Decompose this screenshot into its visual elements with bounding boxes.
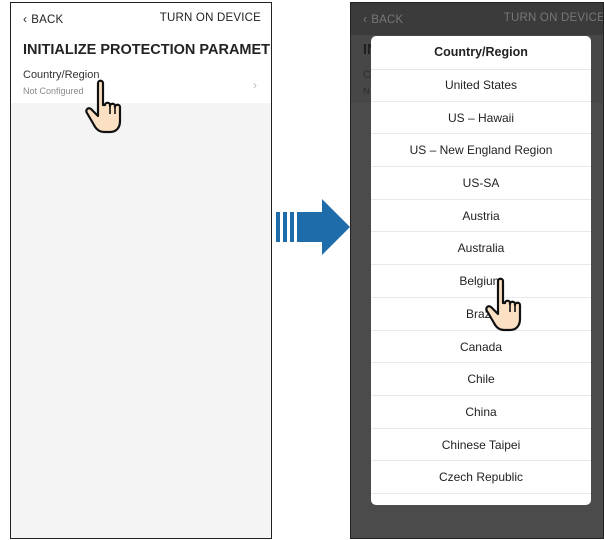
list-item-chile[interactable]: Chile bbox=[371, 363, 591, 396]
list-item-austria[interactable]: Austria bbox=[371, 200, 591, 233]
list-item-czech-republic[interactable]: Czech Republic bbox=[371, 461, 591, 494]
back-label: BACK bbox=[31, 14, 64, 26]
back-button[interactable]: ‹ BACK bbox=[23, 12, 63, 26]
phone-screen-left: ‹ BACK TURN ON DEVICE INITIALIZE PROTECTI… bbox=[10, 2, 272, 539]
top-bar: ‹ BACK TURN ON DEVICE bbox=[11, 3, 271, 35]
country-region-setting[interactable]: Country/Region Not Configured › bbox=[11, 65, 271, 103]
page-title: INITIALIZE PROTECTION PARAMETER bbox=[23, 42, 272, 58]
list-item-canada[interactable]: Canada bbox=[371, 331, 591, 364]
chevron-left-icon: ‹ bbox=[23, 12, 28, 26]
list-item-chinese-taipei[interactable]: Chinese Taipei bbox=[371, 429, 591, 462]
back-button[interactable]: ‹ BACK bbox=[363, 12, 403, 26]
tap-hand-icon bbox=[85, 79, 122, 134]
list-item-united-states[interactable]: United States bbox=[371, 69, 591, 102]
back-label: BACK bbox=[371, 14, 404, 26]
page-header: INITIALIZE PROTECTION PARAMETER bbox=[11, 35, 271, 65]
setting-value: Not Configured bbox=[23, 86, 84, 96]
setting-label: C bbox=[363, 69, 371, 81]
list-item-us-sa[interactable]: US-SA bbox=[371, 167, 591, 200]
turn-on-device-button[interactable]: TURN ON DEVICE bbox=[160, 12, 261, 24]
turn-on-device-button[interactable]: TURN ON DEVICE bbox=[504, 12, 603, 24]
list-item-us-hawaii[interactable]: US – Hawaii bbox=[371, 102, 591, 135]
chevron-left-icon: ‹ bbox=[363, 12, 368, 26]
chevron-right-icon: › bbox=[253, 78, 257, 92]
list-item-australia[interactable]: Australia bbox=[371, 232, 591, 266]
list-item-brazil[interactable]: Brazil bbox=[371, 298, 591, 331]
list-item-us-new-england[interactable]: US – New England Region bbox=[371, 134, 591, 168]
country-region-dialog: Country/Region United States US – Hawaii… bbox=[371, 36, 591, 505]
tap-hand-icon bbox=[485, 277, 522, 332]
country-list[interactable]: United States US – Hawaii US – New Engla… bbox=[371, 69, 591, 494]
list-item-belgium[interactable]: Belgium bbox=[371, 265, 591, 298]
right-arrow-icon bbox=[276, 199, 350, 255]
setting-value: N bbox=[363, 86, 370, 96]
top-bar: ‹ BACK TURN ON DEVICE bbox=[351, 3, 603, 35]
dialog-title: Country/Region bbox=[371, 36, 591, 70]
phone-screen-right: ‹BACK TURN ON DEVICE IN C N Country/Regi… bbox=[350, 2, 604, 539]
list-item-china[interactable]: China bbox=[371, 396, 591, 429]
